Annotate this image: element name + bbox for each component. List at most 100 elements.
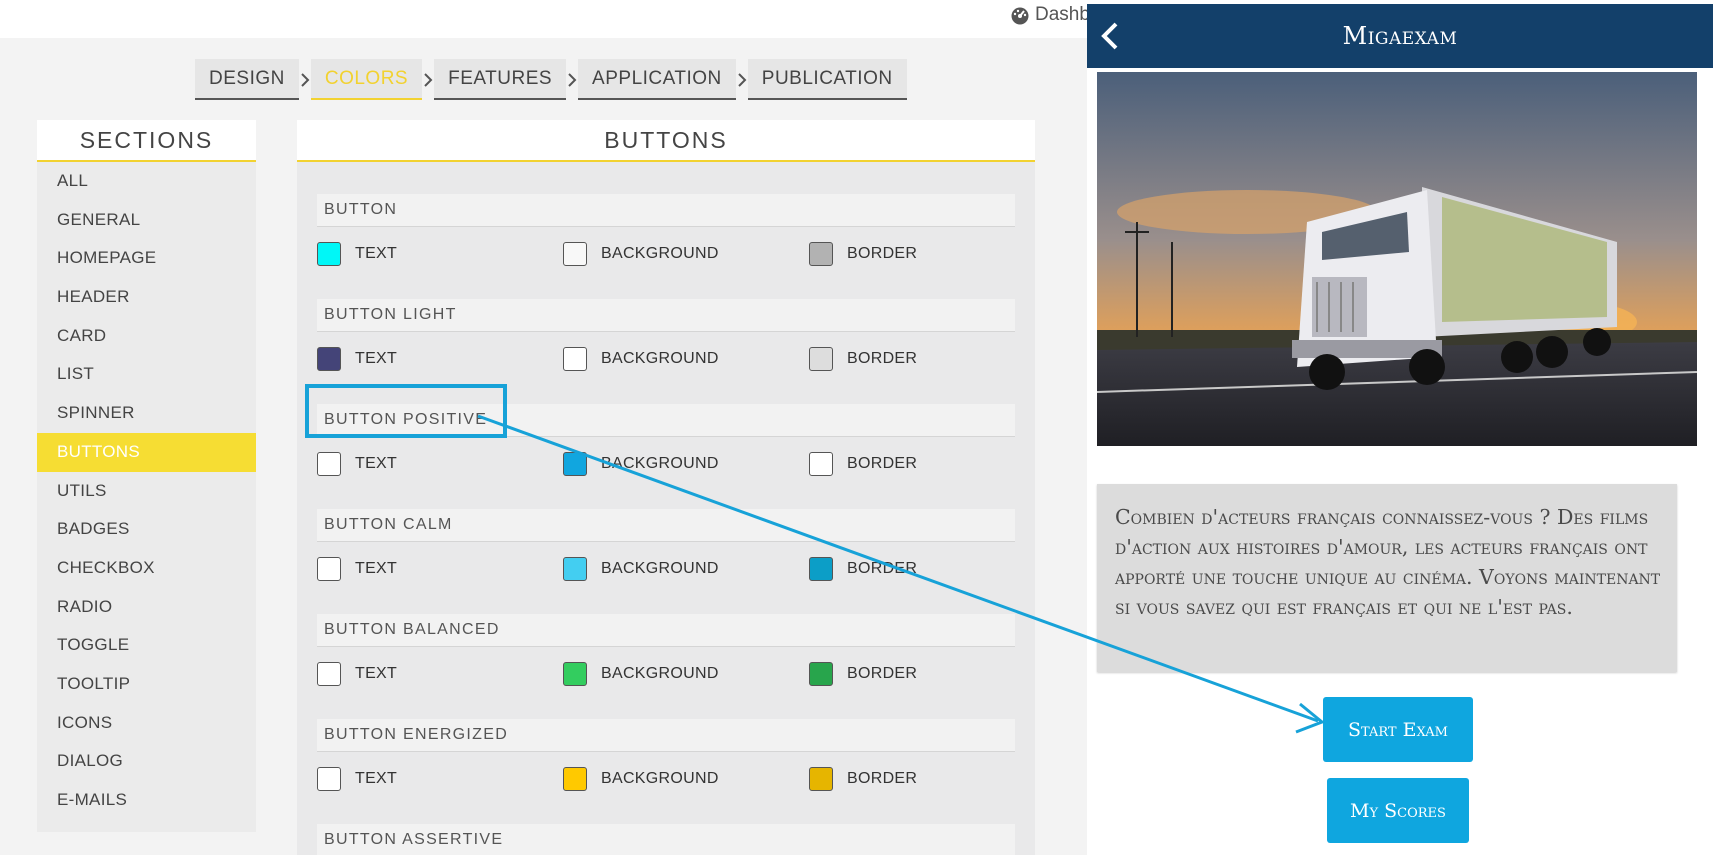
step-features[interactable]: FEATURES [434, 59, 567, 100]
step-application[interactable]: APPLICATION [578, 59, 736, 100]
group-title: BUTTON LIGHT [317, 299, 1015, 332]
app-header: Migaexam [1087, 4, 1713, 68]
color-swatch-border[interactable]: BORDER [809, 662, 917, 686]
swatch-label: TEXT [355, 455, 398, 472]
swatch-label: BACKGROUND [601, 560, 719, 577]
hero-image [1097, 72, 1697, 446]
color-swatch-border[interactable]: BORDER [809, 347, 917, 371]
group-button-light: BUTTON LIGHT TEXT BACKGROUND BORDER [317, 299, 1015, 392]
color-swatch-border[interactable]: BORDER [809, 452, 917, 476]
start-exam-button[interactable]: Start Exam [1323, 697, 1473, 762]
chevron-right-icon [299, 59, 311, 100]
section-item-buttons[interactable]: BUTTONS [37, 432, 256, 472]
color-box[interactable] [809, 767, 833, 791]
color-box[interactable] [809, 242, 833, 266]
dashboard-link[interactable]: Dashb [1010, 4, 1090, 26]
section-item-general[interactable]: GENERAL [37, 201, 256, 240]
group-button: BUTTON TEXT BACKGROUND BORDER [317, 194, 1015, 287]
step-colors[interactable]: COLORS [310, 59, 423, 100]
swatch-label: BACKGROUND [601, 665, 719, 682]
step-publication[interactable]: PUBLICATION [747, 59, 907, 100]
color-box[interactable] [809, 347, 833, 371]
color-box[interactable] [317, 767, 341, 791]
section-item-radio[interactable]: RADIO [37, 588, 256, 627]
color-swatch-background[interactable]: BACKGROUND [563, 347, 719, 371]
app-title: Migaexam [1342, 22, 1458, 50]
color-swatch-border[interactable]: BORDER [809, 557, 917, 581]
color-box[interactable] [563, 662, 587, 686]
swatch-label: BACKGROUND [601, 455, 719, 472]
section-item-card[interactable]: CARD [37, 317, 256, 356]
highlight-box [305, 384, 507, 438]
group-title: BUTTON BALANCED [317, 614, 1015, 647]
my-scores-button[interactable]: My Scores [1327, 778, 1469, 843]
swatch-label: BORDER [847, 455, 918, 472]
swatch-label: BACKGROUND [601, 770, 719, 787]
color-box[interactable] [809, 452, 833, 476]
color-box[interactable] [317, 557, 341, 581]
color-swatch-text[interactable]: TEXT [317, 347, 397, 371]
group-button-balanced: BUTTON BALANCED TEXT BACKGROUND BORDER [317, 614, 1015, 707]
swatch-label: TEXT [355, 350, 398, 367]
color-box[interactable] [317, 452, 341, 476]
swatch-label: TEXT [355, 560, 398, 577]
color-box[interactable] [563, 452, 587, 476]
section-item-dialog[interactable]: DIALOG [37, 742, 256, 781]
group-title: BUTTON [317, 194, 1015, 227]
color-box[interactable] [317, 347, 341, 371]
color-swatch-background[interactable]: BACKGROUND [563, 767, 719, 791]
color-swatch-text[interactable]: TEXT [317, 662, 397, 686]
section-item-header[interactable]: HEADER [37, 278, 256, 317]
swatch-label: BORDER [847, 245, 918, 262]
color-box[interactable] [563, 347, 587, 371]
section-item-spinner[interactable]: SPINNER [37, 394, 256, 433]
swatch-label: BACKGROUND [601, 350, 719, 367]
swatch-label: BORDER [847, 350, 918, 367]
section-item-checkbox[interactable]: CHECKBOX [37, 549, 256, 588]
color-swatch-background[interactable]: BACKGROUND [563, 452, 719, 476]
chevron-right-icon [422, 59, 434, 100]
color-box[interactable] [317, 662, 341, 686]
chevron-right-icon [736, 59, 748, 100]
swatch-label: TEXT [355, 245, 398, 262]
color-swatch-background[interactable]: BACKGROUND [563, 557, 719, 581]
group-title: BUTTON ENERGIZED [317, 719, 1015, 752]
color-box[interactable] [317, 242, 341, 266]
group-button-calm: BUTTON CALM TEXT BACKGROUND BORDER [317, 509, 1015, 602]
color-swatch-text[interactable]: TEXT [317, 557, 397, 581]
section-item-badges[interactable]: BADGES [37, 510, 256, 549]
swatch-label: BACKGROUND [601, 245, 719, 262]
swatch-label: BORDER [847, 665, 918, 682]
section-item-icons[interactable]: ICONS [37, 704, 256, 743]
section-item-toggle[interactable]: TOGGLE [37, 626, 256, 665]
section-item-utils[interactable]: UTILS [37, 472, 256, 511]
step-design[interactable]: DESIGN [195, 59, 299, 100]
app-preview: Migaexam Combien d'acteurs français conn… [1087, 4, 1713, 855]
truck-at-sunset-image [1097, 72, 1697, 446]
color-swatch-text[interactable]: TEXT [317, 242, 397, 266]
sections-sidebar: SECTIONS ALL GENERAL HOMEPAGE HEADER CAR… [37, 120, 256, 832]
section-item-all[interactable]: ALL [37, 162, 256, 201]
color-box[interactable] [563, 242, 587, 266]
swatch-label: TEXT [355, 770, 398, 787]
color-swatch-border[interactable]: BORDER [809, 242, 917, 266]
color-box[interactable] [809, 557, 833, 581]
section-item-tooltip[interactable]: TOOLTIP [37, 665, 256, 704]
color-swatch-text[interactable]: TEXT [317, 452, 397, 476]
swatch-label: BORDER [847, 560, 918, 577]
color-swatch-border[interactable]: BORDER [809, 767, 917, 791]
group-title: BUTTON CALM [317, 509, 1015, 542]
group-button-assertive: BUTTON ASSERTIVE [317, 824, 1015, 855]
color-box[interactable] [809, 662, 833, 686]
color-swatch-background[interactable]: BACKGROUND [563, 662, 719, 686]
section-item-homepage[interactable]: HOMEPAGE [37, 239, 256, 278]
group-title: BUTTON ASSERTIVE [317, 824, 1015, 855]
section-item-list[interactable]: LIST [37, 355, 256, 394]
color-box[interactable] [563, 767, 587, 791]
color-swatch-background[interactable]: BACKGROUND [563, 242, 719, 266]
back-button[interactable] [1099, 20, 1129, 52]
color-swatch-text[interactable]: TEXT [317, 767, 397, 791]
color-box[interactable] [563, 557, 587, 581]
section-item-e-mails[interactable]: E-MAILS [37, 781, 256, 820]
dashboard-icon [1011, 7, 1029, 25]
